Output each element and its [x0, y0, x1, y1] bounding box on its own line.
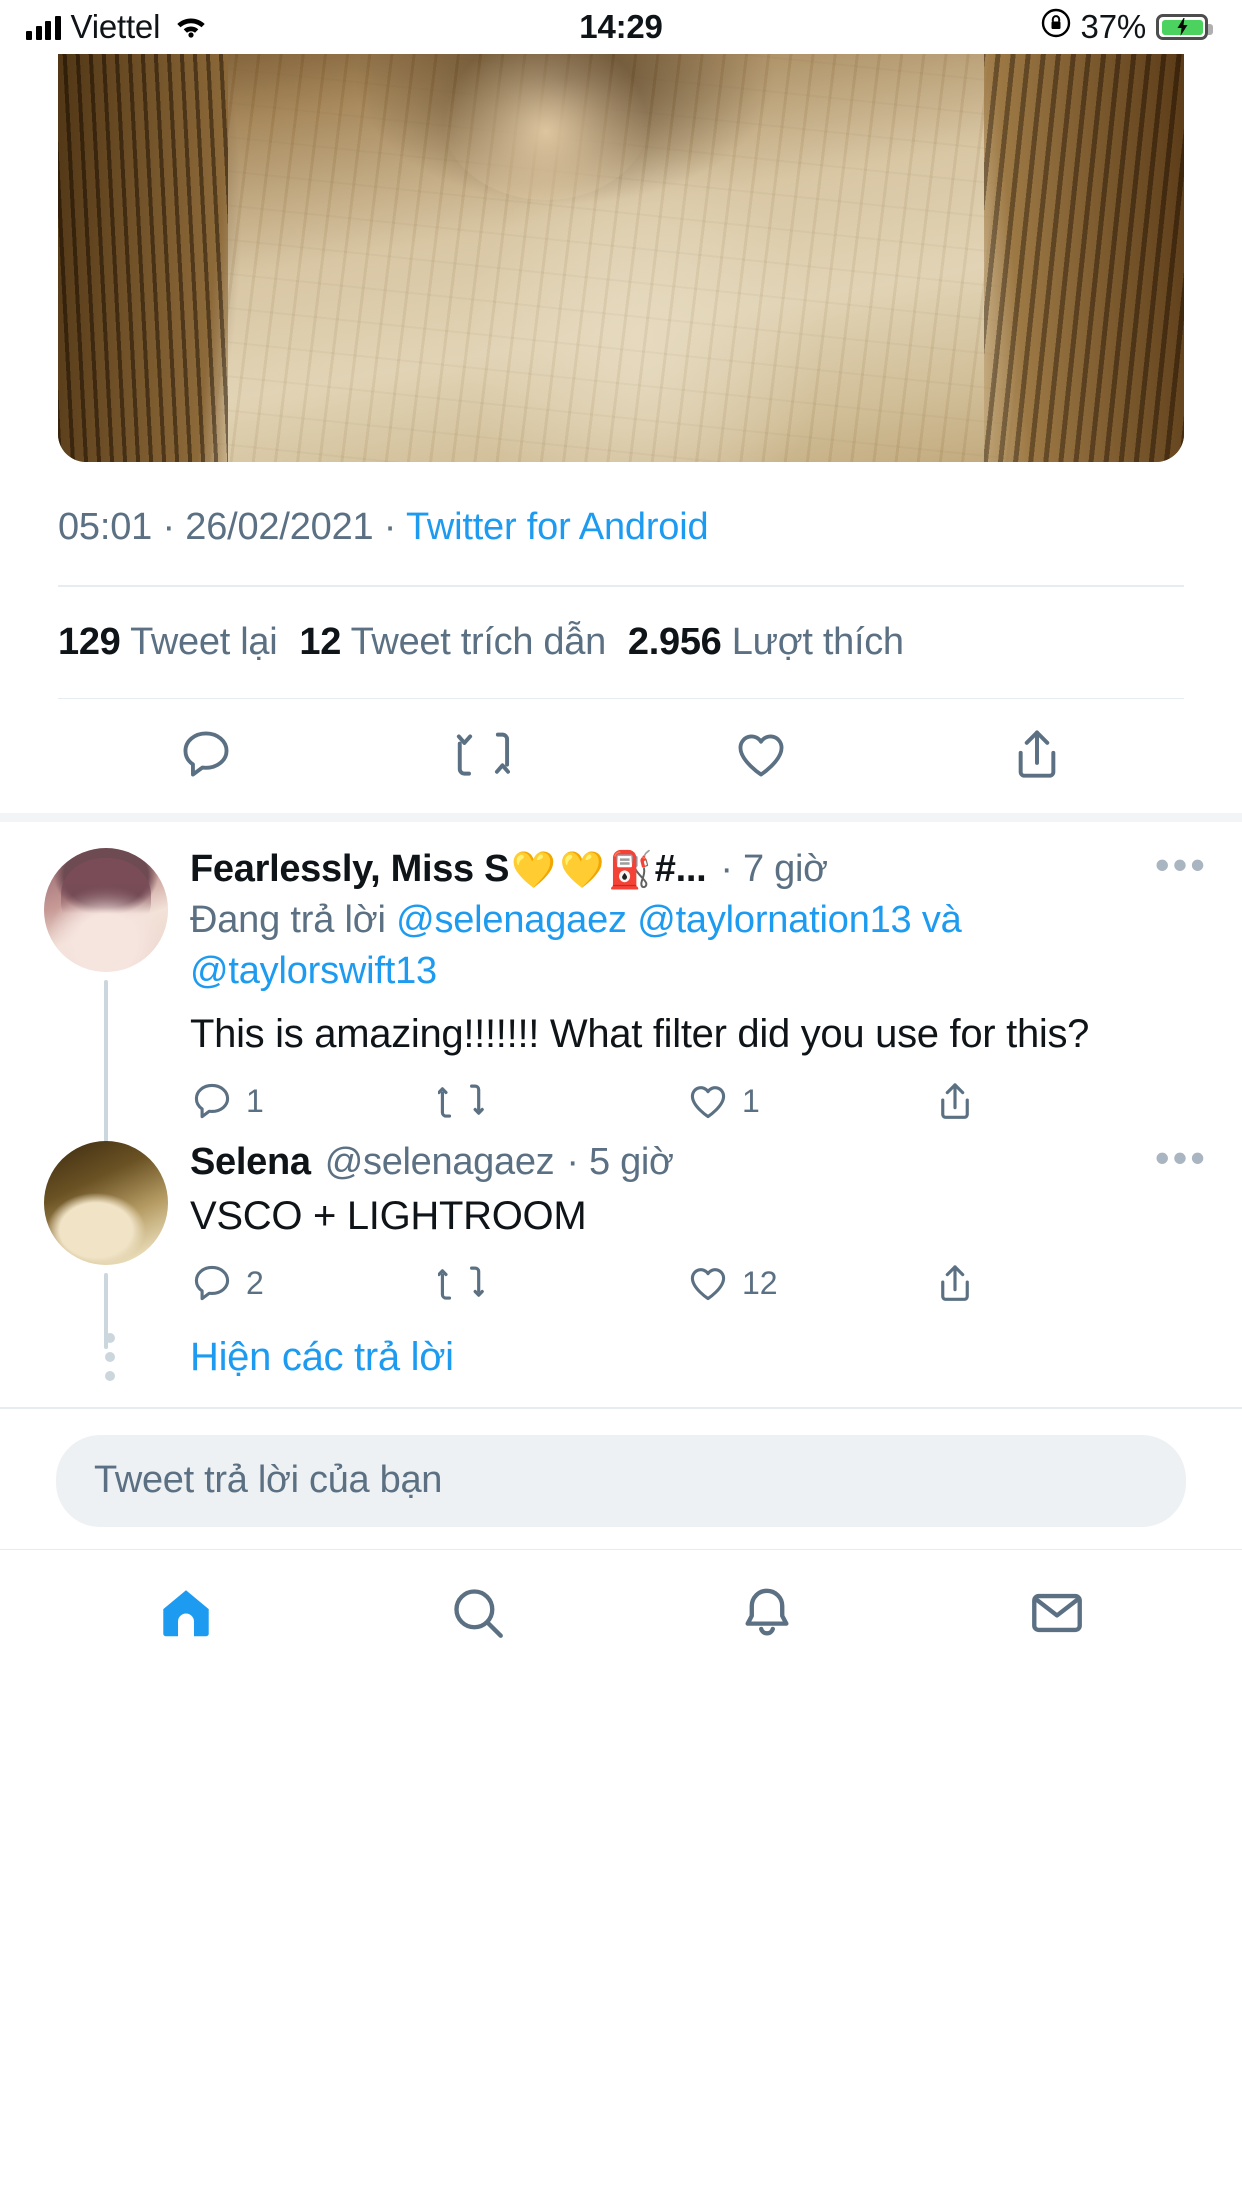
reply-body: Fearlessly, Miss S 💛 💛 ⛽ #... · 7 giờ ••… — [176, 848, 1208, 1127]
wifi-icon — [174, 8, 208, 46]
battery-charging-icon — [1156, 14, 1208, 40]
reply-item[interactable]: Selena @selenagaez · 5 giờ ••• VSCO + LI… — [0, 1127, 1242, 1309]
tweet-time: 05:01 — [58, 506, 152, 548]
avatar[interactable] — [44, 1141, 168, 1265]
reply-icon[interactable] — [177, 725, 235, 783]
like-icon[interactable] — [732, 725, 790, 783]
stat-likes-count: 2.956 — [628, 621, 722, 663]
reply-icon[interactable]: 1 — [190, 1079, 438, 1123]
battery-percent-label: 37% — [1081, 8, 1146, 46]
meta-separator-1: · — [152, 506, 185, 548]
notifications-icon[interactable] — [738, 1584, 796, 1642]
like-icon[interactable]: 1 — [686, 1079, 934, 1123]
stat-quotes-label: Tweet trích dẫn — [351, 621, 606, 663]
photo-layer-hair-right — [984, 54, 1184, 462]
messages-icon[interactable] — [1027, 1584, 1087, 1642]
avatar[interactable] — [44, 848, 168, 972]
reply-author-handle[interactable]: @selenagaez — [325, 1141, 555, 1184]
like-count: 1 — [742, 1083, 760, 1120]
status-bar-right: 37% — [1041, 8, 1208, 46]
share-icon[interactable] — [934, 1079, 1182, 1123]
reply-more-menu[interactable]: ••• — [1155, 854, 1208, 885]
reply-count: 2 — [246, 1265, 264, 1302]
tweet-action-bar — [0, 699, 1242, 813]
reply-input[interactable]: Tweet trả lời của bạn — [56, 1435, 1186, 1527]
status-bar: Viettel 14:29 37% — [0, 0, 1242, 54]
reply-author-name[interactable]: Selena — [190, 1141, 311, 1184]
search-icon[interactable] — [448, 1584, 508, 1642]
rotation-lock-icon — [1041, 8, 1071, 46]
yellow-heart-icon: 💛 — [511, 849, 556, 891]
reply-avatar-column — [44, 1141, 176, 1309]
reply-count: 1 — [246, 1083, 264, 1120]
reply-timestamp: · 7 giờ — [720, 848, 827, 891]
carrier-label: Viettel — [71, 8, 161, 46]
share-icon[interactable] — [934, 1261, 1182, 1305]
replying-to-prefix: Đang trả lời — [190, 899, 396, 941]
stat-retweets-label: Tweet lại — [130, 621, 277, 663]
tweet-photo[interactable] — [58, 54, 1184, 462]
signal-bars-icon — [26, 15, 61, 40]
photo-layer-hair-left — [58, 54, 228, 462]
stat-likes[interactable]: 2.956 Lượt thích — [628, 621, 904, 664]
retweet-icon[interactable] — [454, 725, 514, 783]
share-icon[interactable] — [1009, 725, 1065, 783]
reply-icon[interactable]: 2 — [190, 1261, 438, 1305]
thread-connector-line — [104, 1273, 108, 1349]
tweet-photo-container — [0, 54, 1242, 462]
replying-to-line: Đang trả lời @selenagaez @taylornation13… — [190, 895, 1208, 996]
stat-retweets[interactable]: 129 Tweet lại — [58, 621, 277, 664]
reply-input-placeholder: Tweet trả lời của bạn — [94, 1459, 442, 1502]
reply-text: VSCO + LIGHTROOM — [190, 1190, 1208, 1243]
fuel-pump-icon: ⛽ — [608, 849, 653, 891]
reply-action-bar: 2 12 — [190, 1261, 1208, 1305]
reply-action-bar: 1 1 — [190, 1079, 1208, 1123]
like-count: 12 — [742, 1265, 778, 1302]
like-icon[interactable]: 12 — [686, 1261, 934, 1305]
retweet-icon[interactable] — [438, 1261, 686, 1305]
reply-header: Fearlessly, Miss S 💛 💛 ⛽ #... · 7 giờ ••… — [190, 848, 1208, 891]
reply-text: This is amazing!!!!!!! What filter did y… — [190, 1008, 1208, 1061]
tweet-source-link[interactable]: Twitter for Android — [406, 506, 708, 548]
reply-body: Selena @selenagaez · 5 giờ ••• VSCO + LI… — [176, 1141, 1208, 1309]
bottom-tab-bar — [0, 1549, 1242, 1677]
reply-timestamp: · 5 giờ — [566, 1141, 673, 1184]
tweet-stats: 129 Tweet lại 12 Tweet trích dẫn 2.956 L… — [0, 587, 1242, 698]
reply-header: Selena @selenagaez · 5 giờ ••• — [190, 1141, 1208, 1184]
tweet-meta: 05:01 · 26/02/2021 · Twitter for Android — [0, 462, 1242, 585]
reply-author-name[interactable]: Fearlessly, Miss S — [190, 848, 509, 891]
stat-retweets-count: 129 — [58, 621, 121, 663]
section-separator — [0, 813, 1242, 822]
reply-author-name-suffix: #... — [655, 848, 707, 891]
reply-more-menu[interactable]: ••• — [1155, 1147, 1208, 1178]
tweet-date: 26/02/2021 — [185, 506, 373, 548]
stat-quotes-count: 12 — [299, 621, 341, 663]
retweet-icon[interactable] — [438, 1079, 686, 1123]
show-replies-link[interactable]: Hiện các trả lời — [176, 1335, 454, 1380]
show-replies-row[interactable]: Hiện các trả lời — [0, 1309, 1242, 1407]
vertical-dots-icon — [44, 1333, 176, 1381]
stat-likes-label: Lượt thích — [732, 621, 904, 663]
reply-avatar-column — [44, 848, 176, 1127]
stat-quotes[interactable]: 12 Tweet trích dẫn — [299, 621, 606, 664]
reply-composer: Tweet trả lời của bạn — [0, 1409, 1242, 1549]
yellow-heart-icon-2: 💛 — [560, 849, 605, 891]
reply-item[interactable]: Fearlessly, Miss S 💛 💛 ⛽ #... · 7 giờ ••… — [0, 822, 1242, 1127]
home-icon[interactable] — [155, 1584, 217, 1642]
meta-separator-2: · — [373, 506, 405, 548]
status-bar-left: Viettel — [26, 8, 208, 46]
